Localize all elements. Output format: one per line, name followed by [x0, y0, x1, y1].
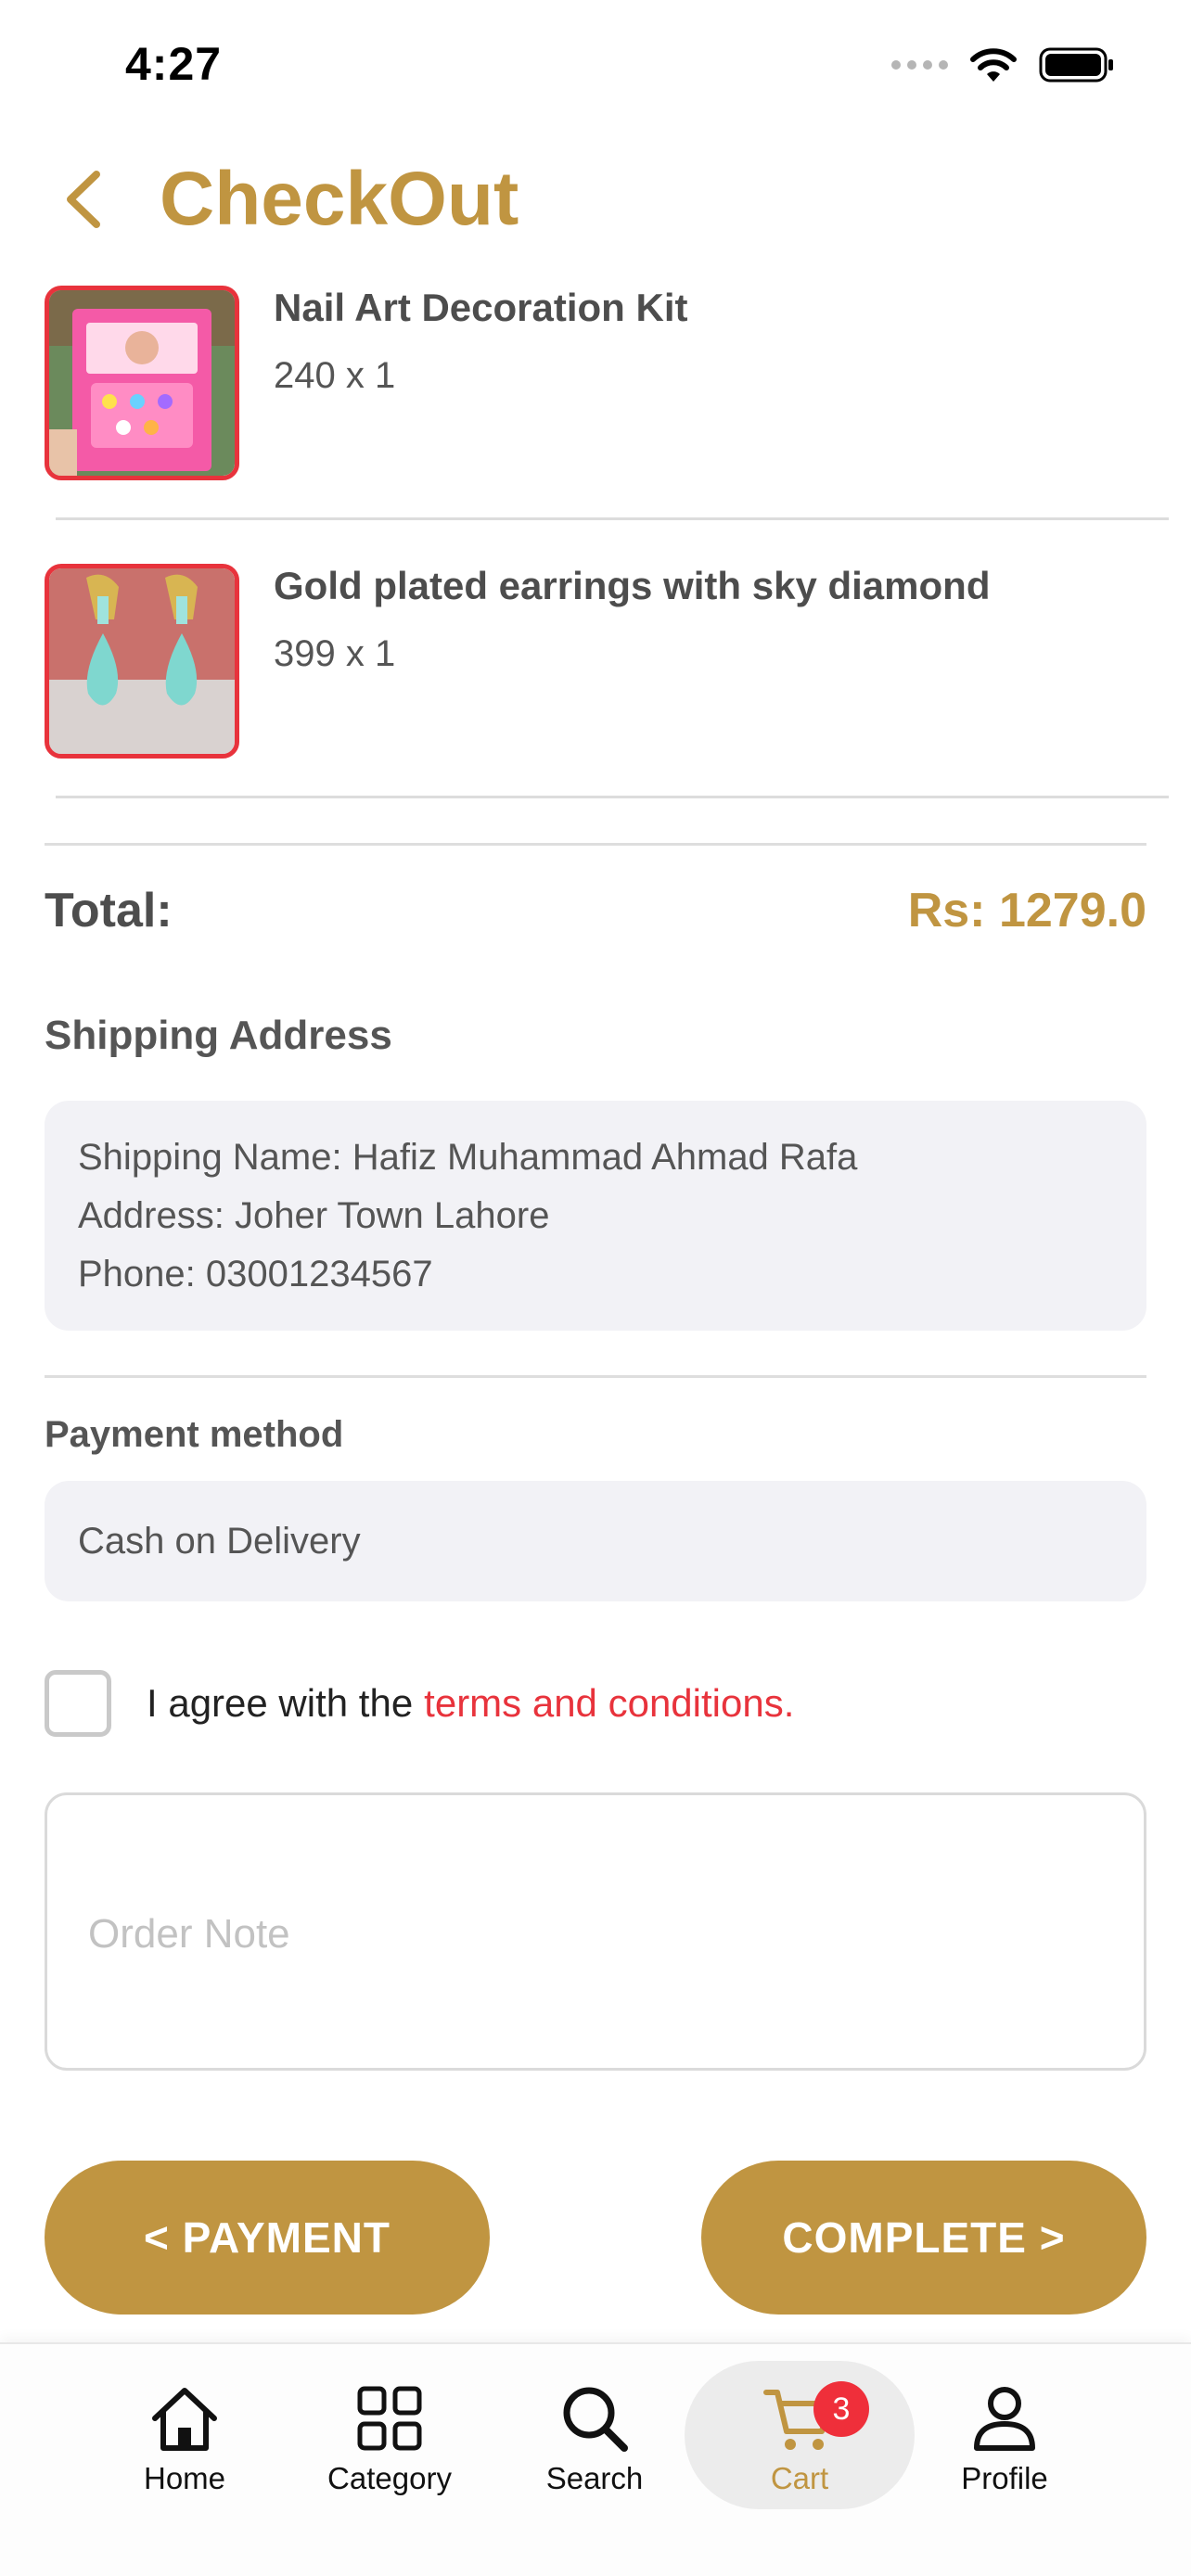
tab-profile[interactable]: Profile [912, 2381, 1097, 2539]
terms-text: I agree with the [147, 1681, 414, 1725]
back-button[interactable] [58, 167, 113, 232]
order-note-box [45, 1792, 1146, 2073]
page-title: CheckOut [160, 157, 519, 241]
payment-method-value: Cash on Delivery [78, 1520, 361, 1562]
tab-category-label: Category [327, 2461, 452, 2495]
search-icon [563, 2387, 628, 2452]
home-icon [152, 2388, 217, 2451]
grid-icon [357, 2386, 422, 2451]
divider [45, 1375, 1146, 1378]
terms-agreement-row: I agree with the terms and conditions. [45, 1670, 794, 1737]
back-to-payment-button[interactable]: < PAYMENT [45, 2161, 490, 2315]
tab-search[interactable]: Search [502, 2381, 687, 2539]
payment-heading: Payment method [45, 1414, 344, 1455]
shipping-name: Shipping Name: Hafiz Muhammad Ahmad Rafa [78, 1137, 858, 1178]
tab-cart[interactable]: Cart 3 [707, 2381, 892, 2539]
tab-home[interactable]: Home [92, 2381, 277, 2539]
product-thumbnail [45, 286, 239, 480]
status-bar: 4:27 [0, 0, 1191, 139]
product-price-qty: 399 x 1 [274, 633, 396, 674]
terms-link[interactable]: terms and conditions. [424, 1681, 794, 1726]
divider [56, 517, 1169, 520]
tab-profile-label: Profile [961, 2461, 1048, 2495]
divider [45, 843, 1146, 846]
wifi-icon [970, 48, 1017, 82]
battery-icon [1039, 47, 1113, 83]
tab-home-label: Home [143, 2461, 226, 2495]
shipping-heading: Shipping Address [45, 1013, 392, 1058]
status-time: 4:27 [125, 38, 223, 90]
cart-item: Nail Art Decoration Kit 240 x 1 [0, 286, 1191, 564]
total-label: Total: [45, 884, 173, 937]
complete-order-button[interactable]: COMPLETE > [701, 2161, 1146, 2315]
product-name: Gold plated earrings with sky diamond [274, 564, 991, 607]
total-value: Rs: 1279.0 [907, 884, 1146, 937]
tab-search-label: Search [545, 2461, 644, 2495]
shipping-address: Address: Joher Town Lahore [78, 1195, 550, 1236]
header: CheckOut [0, 139, 1191, 260]
cart-count-badge: 3 [813, 2381, 869, 2437]
product-price-qty: 240 x 1 [274, 355, 396, 396]
signal-icon [891, 60, 948, 70]
shipping-phone: Phone: 03001234567 [78, 1254, 433, 1294]
chevron-left-icon [67, 171, 100, 228]
product-name: Nail Art Decoration Kit [274, 286, 688, 329]
tab-category[interactable]: Category [297, 2381, 482, 2539]
payment-method-field[interactable]: Cash on Delivery [45, 1481, 1146, 1601]
cart-item: Gold plated earrings with sky diamond 39… [0, 564, 1191, 842]
product-thumbnail [45, 564, 239, 759]
bottom-tab-bar: Home Category Search Cart 3 Profile [0, 2342, 1191, 2576]
terms-checkbox[interactable] [45, 1670, 111, 1737]
status-icons [891, 46, 1115, 83]
divider [56, 796, 1169, 798]
profile-icon [974, 2387, 1035, 2451]
order-note-input[interactable] [88, 1795, 1108, 2073]
shipping-address-card: Shipping Name: Hafiz Muhammad Ahmad Rafa… [45, 1101, 1146, 1331]
tab-cart-label: Cart [770, 2461, 829, 2495]
